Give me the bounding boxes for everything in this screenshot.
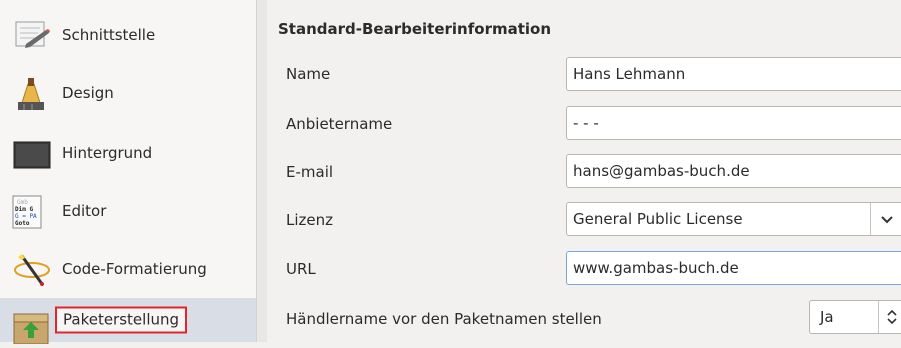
svg-text:Goto: Goto (15, 220, 30, 227)
sidebar-item-code-formatierung[interactable]: Code-Formatierung (0, 244, 256, 294)
code-format-wand-icon (12, 252, 52, 288)
svg-text:G = PA: G = PA (15, 213, 37, 220)
email-field[interactable]: hans@gambas-buch.de (566, 154, 901, 188)
sidebar-item-hintergrund[interactable]: Hintergrund (0, 128, 256, 178)
sidebar-item-label: Schnittstelle (62, 26, 156, 44)
name-label: Name (286, 65, 331, 83)
paint-brush-icon (12, 76, 52, 112)
package-settings-panel: Standard-Bearbeiterinformation Name Hans… (266, 0, 901, 342)
name-field[interactable]: Hans Lehmann (566, 57, 901, 91)
editor-code-icon: Gmb Dim G G = PA Goto (12, 194, 52, 230)
vendor-prefix-value: Ja (820, 308, 834, 326)
sidebar-item-schnittstelle[interactable]: Schnittstelle (0, 10, 256, 60)
url-label: URL (286, 260, 316, 278)
chevron-down-icon[interactable] (879, 211, 895, 227)
sidebar-item-label: Editor (62, 202, 107, 220)
vendor-name-label: Anbietername (286, 115, 393, 133)
section-title: Standard-Bearbeiterinformation (278, 20, 552, 38)
interface-icon (12, 18, 52, 54)
vendor-name-field[interactable]: - - - (566, 106, 901, 140)
vendor-prefix-select[interactable]: Ja (809, 300, 901, 334)
combo-separator (870, 203, 871, 235)
svg-text:Dim G: Dim G (15, 206, 33, 213)
url-field[interactable]: www.gambas-buch.de (566, 251, 901, 285)
preferences-sidebar: Schnittstelle Design Hintergrund Gmb Dim… (0, 0, 256, 345)
license-label: Lizenz (286, 211, 334, 229)
package-icon (12, 308, 52, 345)
vendor-prefix-label: Händlername vor den Paketnamen stellen (286, 310, 602, 328)
sidebar-item-label: Hintergrund (62, 144, 153, 162)
email-label: E-mail (286, 163, 334, 181)
sidebar-item-label: Code-Formatierung (62, 260, 207, 278)
sidebar-item-design[interactable]: Design (0, 68, 256, 118)
combo-separator (878, 301, 879, 333)
background-icon (12, 136, 52, 172)
license-select[interactable]: General Public License (566, 202, 901, 236)
sidebar-item-paketerstellung[interactable]: Paketerstellung (0, 298, 256, 345)
license-value: General Public License (573, 210, 743, 228)
sidebar-item-label: Design (62, 84, 114, 102)
up-down-arrows-icon[interactable] (885, 308, 899, 326)
svg-text:Gmb: Gmb (17, 199, 28, 206)
sidebar-item-label: Paketerstellung (55, 306, 188, 334)
sidebar-item-editor[interactable]: Gmb Dim G G = PA Goto Editor (0, 186, 256, 236)
